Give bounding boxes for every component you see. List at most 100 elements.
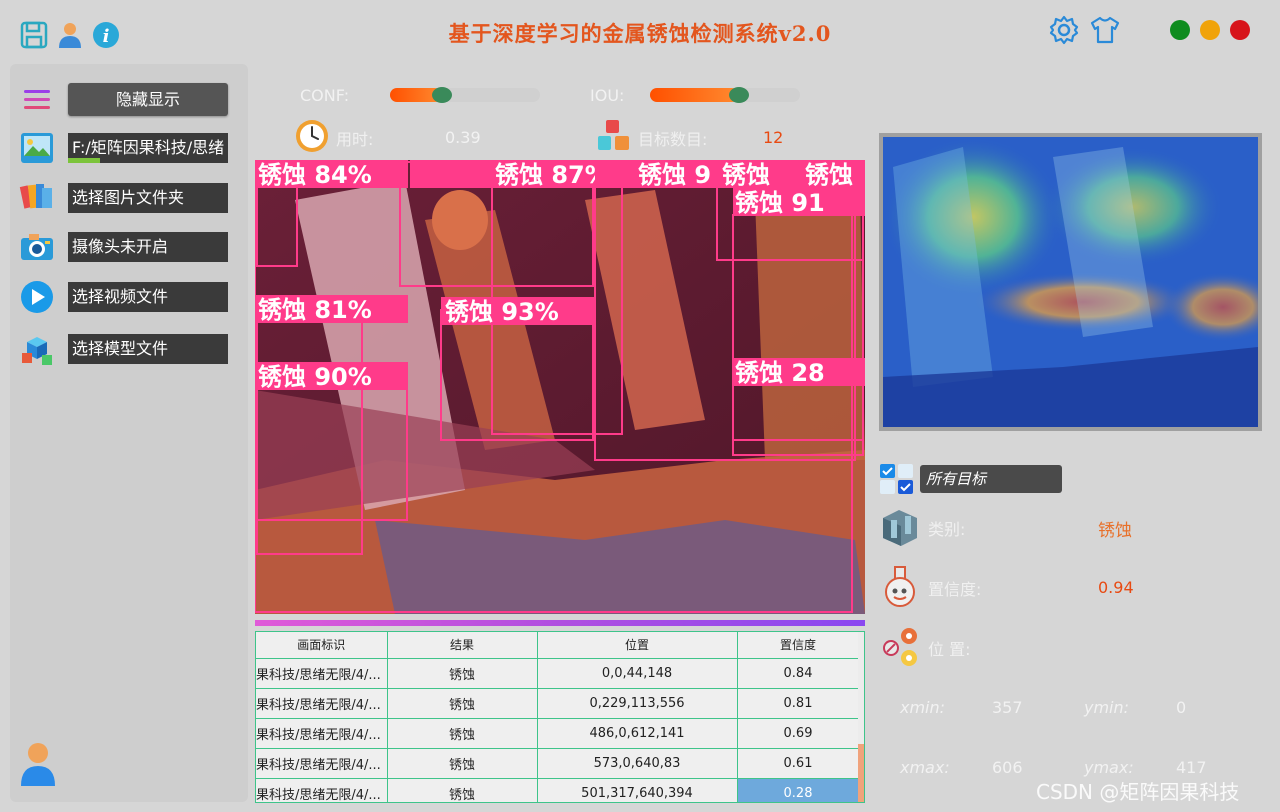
cell-frame[interactable]: 果科技/思绪无限/4/...	[256, 778, 388, 802]
cell-result[interactable]: 锈蚀	[387, 748, 538, 779]
detection-label-9: 锈蚀 90%	[258, 363, 372, 391]
category-label: 类别:	[928, 520, 966, 539]
cell-confidence[interactable]: 0.84	[737, 658, 860, 689]
table-row[interactable]: 果科技/思绪无限/4/... 锈蚀 573,0,640,83 0.61	[256, 748, 860, 779]
table-header-row: 画面标识 结果 位置 置信度	[256, 632, 860, 659]
cell-position[interactable]: 0,229,113,556	[537, 688, 738, 719]
column-header-position[interactable]: 位置	[537, 632, 738, 659]
detection-label-1: 锈蚀 84%	[258, 161, 372, 189]
cell-result[interactable]: 锈蚀	[387, 778, 538, 802]
detection-label-6: 锈蚀 91	[735, 189, 825, 217]
confidence-value: 0.94	[1098, 578, 1134, 597]
xmin-value: 357	[992, 698, 1023, 717]
iou-slider[interactable]	[650, 87, 800, 103]
table-scrollbar[interactable]	[858, 632, 864, 802]
profile-avatar-icon[interactable]	[18, 740, 58, 788]
ymax-value: 417	[1176, 758, 1207, 777]
confidence-label: 置信度:	[928, 580, 982, 599]
iou-slider-fill	[650, 88, 739, 102]
video-file-button[interactable]: 选择视频文件	[68, 282, 228, 312]
target-count-value: 12	[763, 128, 784, 147]
ymin-label: ymin:	[1084, 698, 1130, 717]
model-file-button[interactable]: 选择模型文件	[68, 334, 228, 364]
cell-confidence[interactable]: 0.69	[737, 718, 860, 749]
image-path-text: F:/矩阵因果科技/思绪	[72, 138, 225, 157]
table-row[interactable]: 果科技/思绪无限/4/... 锈蚀 0,229,113,556 0.81	[256, 688, 860, 719]
conf-slider[interactable]	[390, 87, 540, 103]
iou-label: IOU:	[590, 86, 625, 105]
load-progress-bar	[68, 158, 100, 163]
detection-label-7: 锈蚀 81%	[258, 296, 372, 324]
close-button[interactable]	[1230, 20, 1250, 40]
cell-position[interactable]: 573,0,640,83	[537, 748, 738, 779]
detection-image: 锈蚀 84% 锈蚀 87% 锈蚀 9 锈蚀 锈蚀 锈蚀 91 锈蚀 81% 锈蚀…	[255, 160, 865, 614]
table-row[interactable]: 果科技/思绪无限/4/... 锈蚀 486,0,612,141 0.69	[256, 718, 860, 749]
settings-gear-icon[interactable]	[1048, 14, 1080, 46]
maximize-button[interactable]	[1170, 20, 1190, 40]
cell-result[interactable]: 锈蚀	[387, 658, 538, 689]
camera-button[interactable]: 摄像头未开启	[68, 232, 228, 262]
table-row-selected[interactable]: 果科技/思绪无限/4/... 锈蚀 501,317,640,394 0.28	[256, 778, 860, 802]
detection-label-4: 锈蚀	[722, 161, 770, 189]
conf-slider-handle[interactable]	[432, 87, 452, 103]
cell-position[interactable]: 0,0,44,148	[537, 658, 738, 689]
checkbox-group-icon[interactable]	[879, 463, 915, 495]
iou-slider-handle[interactable]	[729, 87, 749, 103]
cell-confidence[interactable]: 0.61	[737, 748, 860, 779]
watermark-text: CSDN @矩阵因果科技	[1036, 780, 1240, 804]
folder-icon[interactable]	[18, 178, 56, 214]
xmin-label: xmin:	[900, 698, 946, 717]
cell-frame[interactable]: 果科技/思绪无限/4/...	[256, 748, 388, 779]
cell-result[interactable]: 锈蚀	[387, 688, 538, 719]
target-count-label: 目标数目:	[638, 130, 708, 149]
position-label: 位 置:	[928, 640, 971, 659]
detection-label-5: 锈蚀	[805, 161, 853, 189]
cell-position[interactable]: 501,317,640,394	[537, 778, 738, 802]
category-icon	[879, 506, 921, 548]
toggle-display-button[interactable]: 隐藏显示	[68, 83, 228, 116]
ymax-label: ymax:	[1084, 758, 1134, 777]
table-scrollbar-thumb[interactable]	[858, 744, 864, 802]
xmax-value: 606	[992, 758, 1023, 777]
column-header-result[interactable]: 结果	[387, 632, 538, 659]
position-gears-icon	[882, 626, 922, 668]
sidebar	[10, 64, 248, 802]
cell-position[interactable]: 486,0,612,141	[537, 718, 738, 749]
target-select-dropdown[interactable]: 所有目标	[920, 465, 1062, 493]
cell-frame[interactable]: 果科技/思绪无限/4/...	[256, 718, 388, 749]
image-divider-bar	[255, 620, 865, 626]
category-value: 锈蚀	[1098, 521, 1132, 541]
column-header-confidence[interactable]: 置信度	[737, 632, 860, 659]
app-title: 基于深度学习的金属锈蚀检测系统v2.0	[448, 21, 832, 46]
detection-label-10: 锈蚀 28	[735, 359, 825, 387]
image-icon[interactable]	[18, 130, 56, 166]
scene-beam-far-right	[755, 190, 865, 460]
time-label: 用时:	[336, 130, 374, 149]
xmax-label: xmax:	[900, 758, 950, 777]
cell-frame[interactable]: 果科技/思绪无限/4/...	[256, 688, 388, 719]
detection-label-2: 锈蚀 87%	[495, 161, 609, 189]
conf-label: CONF:	[300, 86, 350, 105]
minimize-button[interactable]	[1200, 20, 1220, 40]
ymin-value: 0	[1176, 698, 1187, 717]
clock-icon	[294, 118, 330, 154]
menu-icon[interactable]	[18, 82, 56, 118]
column-header-frame[interactable]: 画面标识	[256, 632, 388, 659]
detection-label-3: 锈蚀 9	[638, 161, 711, 189]
flask-icon	[882, 565, 918, 607]
video-play-icon[interactable]	[18, 279, 56, 315]
time-value: 0.39	[445, 128, 481, 147]
cell-result[interactable]: 锈蚀	[387, 718, 538, 749]
cell-frame[interactable]: 果科技/思绪无限/4/...	[256, 658, 388, 689]
camera-icon[interactable]	[18, 229, 56, 265]
image-path-field[interactable]: F:/矩阵因果科技/思绪	[68, 133, 228, 163]
image-folder-button[interactable]: 选择图片文件夹	[68, 183, 228, 213]
model-cube-icon[interactable]	[18, 333, 56, 369]
cell-confidence[interactable]: 0.81	[737, 688, 860, 719]
theme-shirt-icon[interactable]	[1089, 14, 1121, 46]
target-count-icon	[596, 118, 632, 154]
scene-rust-blob	[432, 190, 488, 250]
cell-confidence-selected[interactable]: 0.28	[737, 778, 860, 802]
results-table[interactable]: 画面标识 结果 位置 置信度 果科技/思绪无限/4/... 锈蚀 0,0,44,…	[255, 631, 865, 803]
table-row[interactable]: 果科技/思绪无限/4/... 锈蚀 0,0,44,148 0.84	[256, 658, 860, 689]
